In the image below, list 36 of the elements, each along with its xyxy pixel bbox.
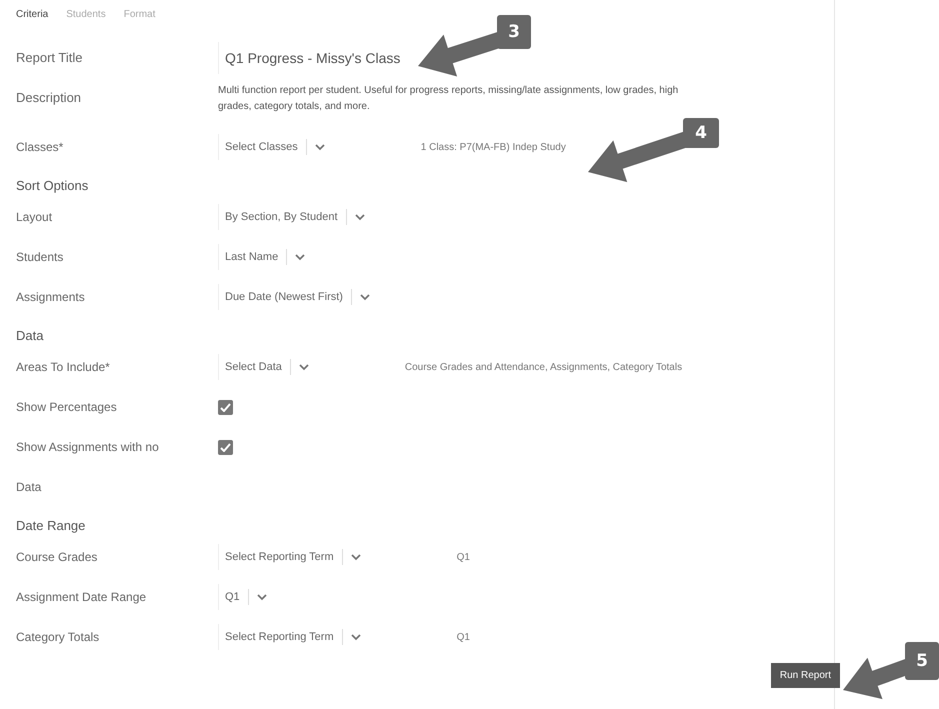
selection-summary: Q1 — [456, 552, 470, 562]
field-label: Assignments — [16, 289, 86, 306]
field-label: Classes* — [16, 139, 64, 156]
selection-summary: 1 Class: P7(MA-FB) Indep Study — [420, 142, 566, 152]
description-text: Multi function report per student. Useful for progress reports, missing/late assignments, low grades, high grades, category totals, and more. — [218, 84, 680, 114]
chevron-down-icon — [354, 214, 365, 220]
chevron-down-icon — [256, 594, 267, 600]
chevron-down-icon — [360, 294, 370, 300]
callout-badge: 5 — [905, 642, 939, 680]
field-label: Category Totals — [16, 629, 100, 646]
chevron-down-icon — [350, 634, 361, 640]
chevron-down-icon — [314, 144, 325, 150]
chevron-down-icon — [295, 254, 306, 260]
field-label: Students — [16, 249, 64, 266]
run-report-button[interactable]: Run Report — [770, 663, 840, 688]
callout-badge: 3 — [497, 15, 531, 49]
field-label: Assignment Date Range — [16, 589, 148, 606]
section-heading: Data — [16, 327, 44, 345]
chevron-down-icon — [350, 554, 361, 560]
section-heading: Date Range — [16, 517, 86, 535]
field-label: Areas To Include* — [16, 359, 111, 376]
title-field[interactable]: Q1 Progress - Missy's Class — [218, 42, 406, 74]
selection-summary: Course Grades and Attendance, Assignments, Category Totals — [404, 362, 682, 372]
field-label: Description — [16, 89, 82, 107]
field-label: Course Grades — [16, 549, 98, 566]
field-label: Show Assignments with no Data — [16, 439, 160, 496]
checkbox[interactable] — [218, 400, 233, 414]
section-heading: Sort Options — [16, 177, 90, 195]
selection-summary: Q1 — [456, 632, 470, 642]
chevron-down-icon — [298, 364, 309, 370]
field-label: Show Percentages — [16, 399, 118, 416]
tab[interactable]: Criteria — [16, 8, 48, 20]
callout-badge: 4 — [683, 118, 719, 148]
checkbox[interactable] — [218, 440, 233, 454]
field-label: Report Title — [16, 49, 84, 67]
field-label: Layout — [16, 209, 54, 226]
